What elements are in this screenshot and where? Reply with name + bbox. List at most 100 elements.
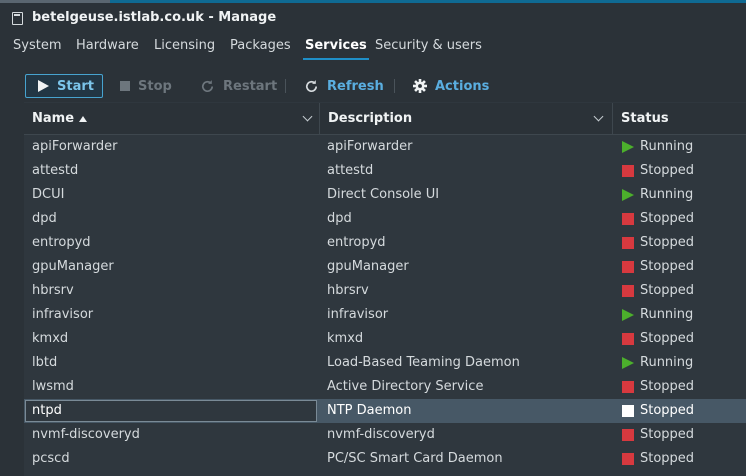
status-text: Stopped: [640, 379, 695, 394]
refresh-button[interactable]: Refresh: [292, 74, 402, 98]
cell-description: Direct Console UI: [327, 187, 440, 202]
cell-description: hbrsrv: [327, 283, 369, 298]
status-text: Running: [640, 355, 694, 370]
refresh-icon: [306, 79, 318, 92]
cell-name: ntpd: [32, 403, 62, 418]
stopped-status-icon: [622, 405, 634, 417]
cell-status: Stopped: [622, 159, 746, 183]
stopped-status-icon: [622, 237, 634, 249]
cell-name: pcscd: [32, 451, 70, 466]
cell-name: hbrsrv: [32, 283, 74, 298]
column-header-description-label: Description: [328, 111, 413, 126]
stopped-status-icon: [622, 429, 634, 441]
tab-hardware[interactable]: Hardware: [76, 38, 139, 53]
stop-label: Stop: [138, 78, 172, 94]
table-row[interactable]: attestd attestd Stopped: [24, 159, 746, 183]
stopped-status-icon: [622, 381, 634, 393]
tab-system[interactable]: System: [13, 38, 61, 53]
table-body: apiForwarder apiForwarder Running attestd at…: [24, 135, 746, 471]
play-icon: [38, 80, 49, 92]
refresh-label: Refresh: [327, 78, 384, 94]
cell-description: gpuManager: [327, 259, 409, 274]
column-header-name[interactable]: Name: [24, 103, 318, 134]
cell-name: gpuManager: [32, 259, 114, 274]
cell-name: lbtd: [32, 355, 58, 370]
table-row[interactable]: pcscd PC/SC Smart Card Daemon Stopped: [24, 447, 746, 471]
chevron-down-icon[interactable]: [593, 111, 604, 122]
window-titlebar: betelgeuse.istlab.co.uk - Manage: [0, 3, 746, 31]
stopped-status-icon: [622, 261, 634, 273]
table-row[interactable]: gpuManager gpuManager Stopped: [24, 255, 746, 279]
table-row[interactable]: apiForwarder apiForwarder Running: [24, 135, 746, 159]
stopped-status-icon: [622, 213, 634, 225]
status-text: Stopped: [640, 211, 695, 226]
table-row[interactable]: lbtd Load-Based Teaming Daemon Running: [24, 351, 746, 375]
cell-name: attestd: [32, 163, 79, 178]
cell-name: dpd: [32, 211, 57, 226]
chevron-down-icon[interactable]: [302, 111, 313, 122]
tab-packages[interactable]: Packages: [230, 38, 291, 53]
running-status-icon: [622, 357, 634, 369]
table-row[interactable]: infravisor infravisor Running: [24, 303, 746, 327]
stopped-status-icon: [622, 453, 634, 465]
restart-button[interactable]: Restart: [188, 74, 298, 98]
cell-description: nvmf-discoveryd: [327, 427, 435, 442]
status-text: Stopped: [640, 451, 695, 466]
cell-status: Stopped: [622, 231, 746, 255]
cell-status: Stopped: [622, 255, 746, 279]
tab-licensing[interactable]: Licensing: [154, 38, 215, 53]
start-label: Start: [57, 78, 94, 94]
column-header-status[interactable]: Status: [612, 103, 746, 134]
start-button[interactable]: Start: [25, 74, 103, 98]
table-row[interactable]: lwsmd Active Directory Service Stopped: [24, 375, 746, 399]
actions-button[interactable]: Actions: [401, 74, 511, 98]
cell-name: apiForwarder: [32, 139, 118, 154]
column-header-description[interactable]: Description: [319, 103, 612, 134]
cell-status: Stopped: [622, 399, 746, 423]
cell-description: PC/SC Smart Card Daemon: [327, 451, 503, 466]
status-text: Running: [640, 307, 694, 322]
sort-ascending-icon: [79, 115, 88, 122]
cell-name: lwsmd: [32, 379, 74, 394]
running-status-icon: [622, 309, 634, 321]
table-header: Name Description Status: [24, 103, 746, 135]
cell-description: attestd: [327, 163, 374, 178]
running-status-icon: [622, 141, 634, 153]
cell-status: Stopped: [622, 207, 746, 231]
cell-status: Stopped: [622, 423, 746, 447]
gear-icon: [413, 79, 427, 93]
tab-security-users[interactable]: Security & users: [375, 38, 482, 53]
table-row[interactable]: hbrsrv hbrsrv Stopped: [24, 279, 746, 303]
restart-label: Restart: [223, 78, 278, 94]
cell-description: Load-Based Teaming Daemon: [327, 355, 520, 370]
cell-name: entropyd: [32, 235, 91, 250]
cell-description: apiForwarder: [327, 139, 413, 154]
stopped-status-icon: [622, 285, 634, 297]
cell-name: kmxd: [32, 331, 69, 346]
running-status-icon: [622, 189, 634, 201]
status-text: Stopped: [640, 331, 695, 346]
cell-status: Stopped: [622, 327, 746, 351]
status-text: Stopped: [640, 403, 695, 418]
stop-icon: [120, 81, 130, 91]
tab-services[interactable]: Services: [303, 38, 369, 60]
cell-description: infravisor: [327, 307, 389, 322]
table-row[interactable]: entropyd entropyd Stopped: [24, 231, 746, 255]
table-row[interactable]: dpd dpd Stopped: [24, 207, 746, 231]
table-row[interactable]: nvmf-discoveryd nvmf-discoveryd Stopped: [24, 423, 746, 447]
cell-name: infravisor: [32, 307, 94, 322]
table-row[interactable]: kmxd kmxd Stopped: [24, 327, 746, 351]
cell-name: DCUI: [32, 187, 65, 202]
status-text: Stopped: [640, 427, 695, 442]
status-text: Running: [640, 187, 694, 202]
toolbar-separator: [394, 79, 395, 93]
status-text: Stopped: [640, 163, 695, 178]
cell-status: Running: [622, 183, 746, 207]
table-row[interactable]: ntpd NTP Daemon Stopped: [24, 399, 746, 423]
table-row[interactable]: DCUI Direct Console UI Running: [24, 183, 746, 207]
tab-bar: System Hardware Licensing Packages Servi…: [0, 34, 746, 60]
stop-button[interactable]: Stop: [108, 74, 188, 98]
status-text: Stopped: [640, 235, 695, 250]
cell-description: dpd: [327, 211, 352, 226]
cell-name: nvmf-discoveryd: [32, 427, 140, 442]
